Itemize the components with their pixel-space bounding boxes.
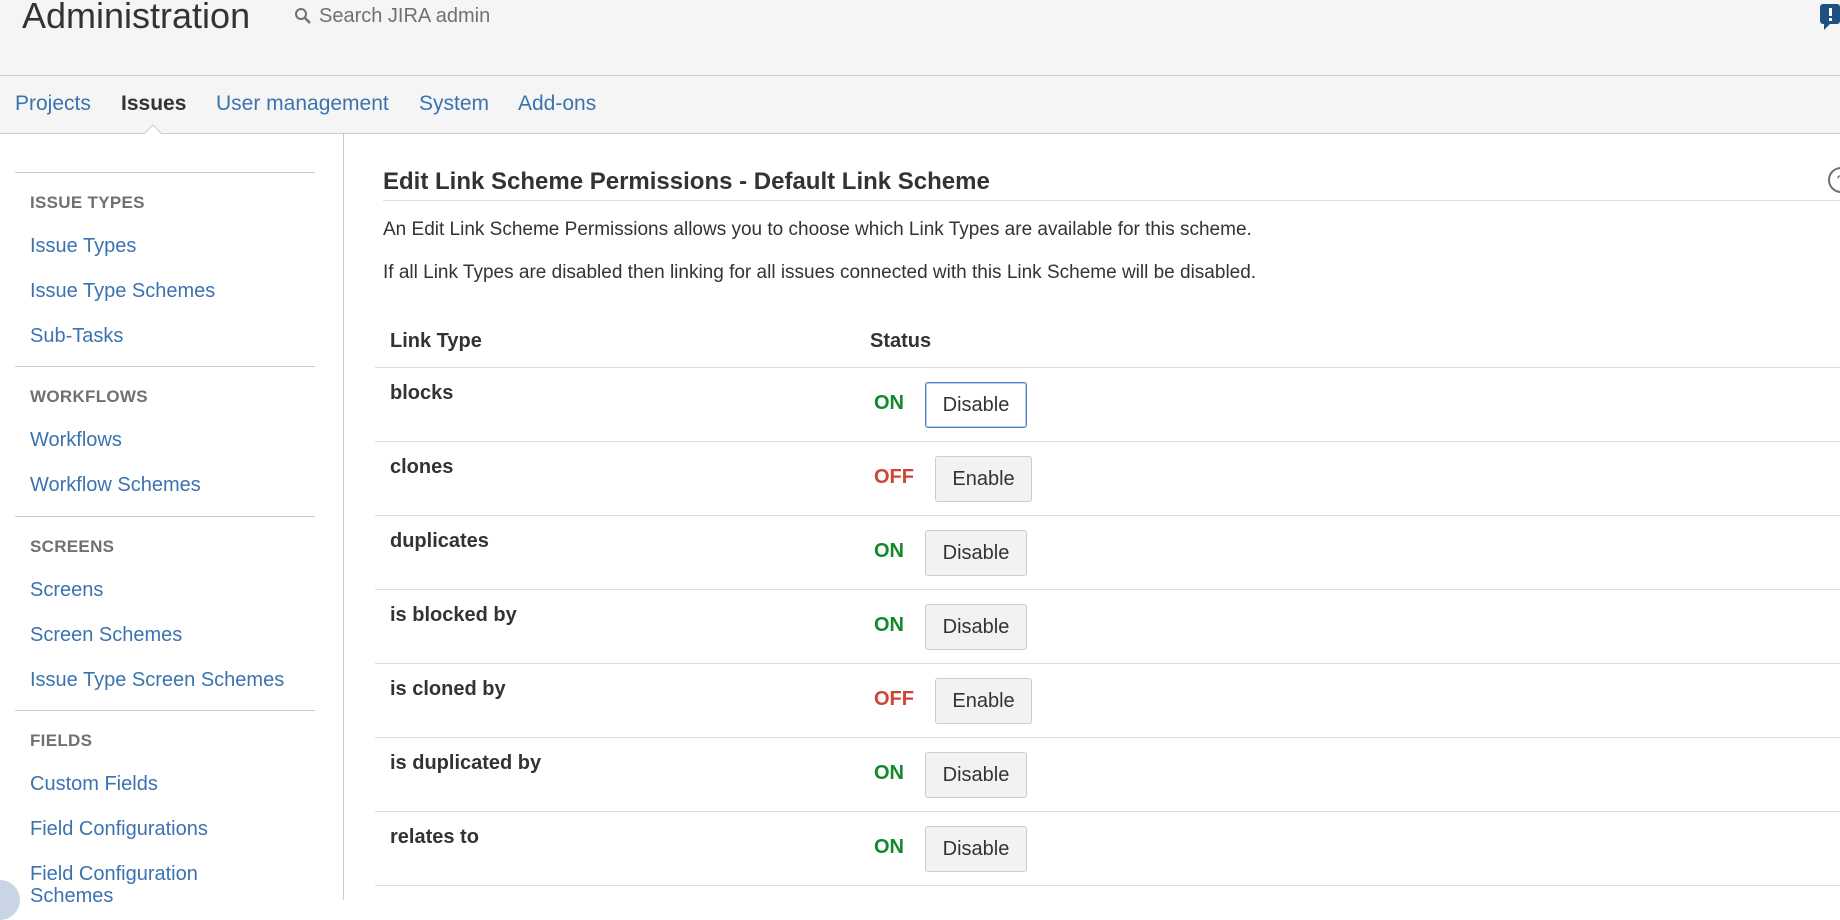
- disable-button[interactable]: Disable: [925, 530, 1027, 576]
- column-header-link-type: Link Type: [390, 330, 482, 352]
- search-input[interactable]: Search JIRA admin: [319, 5, 490, 28]
- tab-add-ons[interactable]: Add-ons: [518, 92, 596, 116]
- tab-system[interactable]: System: [419, 92, 489, 116]
- search-box[interactable]: Search JIRA admin: [293, 2, 490, 30]
- page-heading: Edit Link Scheme Permissions - Default L…: [383, 168, 990, 195]
- admin-nav-bar: Projects Issues User management System A…: [0, 76, 1840, 134]
- sidebar-item-sub-tasks[interactable]: Sub-Tasks: [30, 325, 123, 348]
- disable-button[interactable]: Disable: [925, 604, 1027, 650]
- page-title: Administration: [22, 0, 251, 36]
- sidebar: ISSUE TYPES Issue Types Issue Type Schem…: [0, 134, 344, 907]
- row-divider: [375, 811, 1840, 812]
- row-divider: [375, 367, 1840, 368]
- status-badge: ON: [874, 836, 904, 858]
- row-divider: [375, 589, 1840, 590]
- row-divider: [375, 515, 1840, 516]
- row-divider: [375, 663, 1840, 664]
- sidebar-divider: [15, 172, 315, 173]
- sidebar-divider: [15, 710, 315, 711]
- link-type-name: is blocked by: [390, 604, 517, 626]
- svg-text:?: ?: [1837, 173, 1840, 190]
- sidebar-item-screen-schemes[interactable]: Screen Schemes: [30, 624, 182, 647]
- description-text: If all Link Types are disabled then link…: [383, 262, 1257, 283]
- sidebar-divider: [15, 366, 315, 367]
- sidebar-heading-fields: FIELDS: [30, 731, 93, 750]
- disable-button[interactable]: Disable: [925, 752, 1027, 798]
- sidebar-item-issue-types[interactable]: Issue Types: [30, 235, 136, 258]
- status-badge: ON: [874, 762, 904, 784]
- row-divider: [375, 441, 1840, 442]
- tab-projects[interactable]: Projects: [15, 92, 91, 116]
- sidebar-item-workflow-schemes[interactable]: Workflow Schemes: [30, 474, 201, 497]
- status-badge: OFF: [874, 466, 914, 488]
- link-type-name: relates to: [390, 826, 479, 848]
- sidebar-heading-workflows: WORKFLOWS: [30, 387, 148, 406]
- sidebar-item-custom-fields[interactable]: Custom Fields: [30, 773, 158, 796]
- sidebar-heading-screens: SCREENS: [30, 537, 115, 556]
- row-divider: [375, 737, 1840, 738]
- sidebar-item-issue-type-schemes[interactable]: Issue Type Schemes: [30, 280, 215, 303]
- sidebar-divider: [15, 516, 315, 517]
- link-type-name: duplicates: [390, 530, 489, 552]
- heading-divider: [383, 200, 1840, 201]
- top-header: Administration Search JIRA admin: [0, 0, 1840, 76]
- search-icon: [293, 6, 313, 26]
- help-icon[interactable]: ?: [1827, 166, 1840, 194]
- sidebar-heading-issue-types: ISSUE TYPES: [30, 193, 145, 212]
- link-type-name: is duplicated by: [390, 752, 542, 774]
- column-header-status: Status: [870, 330, 932, 352]
- tab-user-management[interactable]: User management: [216, 92, 389, 116]
- sidebar-item-field-configurations[interactable]: Field Configurations: [30, 818, 208, 841]
- enable-button[interactable]: Enable: [935, 678, 1032, 724]
- status-badge: ON: [874, 614, 904, 636]
- notification-icon[interactable]: [1818, 2, 1840, 32]
- status-badge: ON: [874, 540, 904, 562]
- active-tab-pointer-icon: [141, 122, 165, 136]
- tab-issues[interactable]: Issues: [121, 92, 186, 116]
- link-type-name: is cloned by: [390, 678, 506, 700]
- status-badge: ON: [874, 392, 904, 414]
- sidebar-item-field-configuration-schemes[interactable]: Field Configuration Schemes: [30, 863, 230, 907]
- link-type-name: blocks: [390, 382, 454, 404]
- link-type-name: clones: [390, 456, 454, 478]
- sidebar-item-screens[interactable]: Screens: [30, 579, 103, 602]
- disable-button[interactable]: Disable: [925, 382, 1027, 428]
- row-divider: [375, 885, 1840, 886]
- sidebar-item-issue-type-screen-schemes[interactable]: Issue Type Screen Schemes: [30, 669, 284, 692]
- disable-button[interactable]: Disable: [925, 826, 1027, 872]
- sidebar-item-workflows[interactable]: Workflows: [30, 429, 122, 452]
- status-badge: OFF: [874, 688, 914, 710]
- description-text: An Edit Link Scheme Permissions allows y…: [383, 219, 1252, 240]
- enable-button[interactable]: Enable: [935, 456, 1032, 502]
